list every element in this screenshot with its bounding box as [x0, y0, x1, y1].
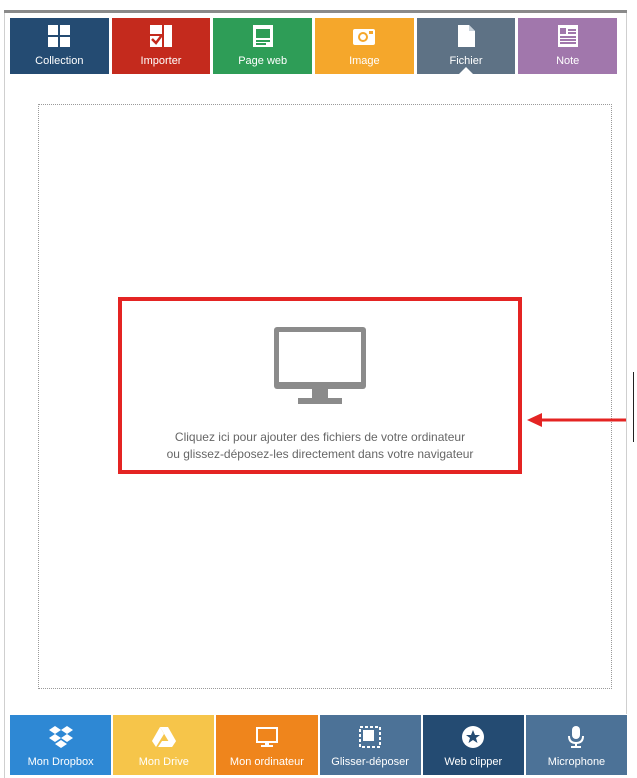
tab-label: Collection — [35, 55, 84, 67]
tab-fichier[interactable]: Fichier — [416, 18, 516, 74]
frame-right-border — [626, 10, 627, 714]
active-tab-caret — [459, 67, 474, 74]
dropbox-icon — [48, 726, 73, 748]
tool-label: Web clipper — [444, 756, 503, 768]
import-icon — [150, 25, 172, 47]
tab-label: Importer — [140, 55, 182, 67]
tool-label: Mon Dropbox — [27, 756, 94, 768]
tab-label: Page web — [238, 55, 288, 67]
tab-note[interactable]: Note — [518, 18, 618, 74]
computer-icon — [255, 727, 278, 747]
tool-web-clipper[interactable]: Web clipper — [422, 715, 524, 775]
upload-instruction-line2: ou glissez-déposez-les directement dans … — [166, 447, 474, 461]
web-page-icon — [252, 25, 273, 47]
tab-page-web[interactable]: Page web — [213, 18, 313, 74]
tool-label: Mon Drive — [138, 756, 189, 768]
tool-mon-ordinateur[interactable]: Mon ordinateur — [216, 715, 318, 775]
tab-collection[interactable]: Collection — [10, 18, 109, 74]
tab-label: Fichier — [449, 55, 483, 67]
note-icon — [557, 25, 578, 47]
tool-label: Microphone — [547, 756, 606, 768]
annotation-marker — [633, 372, 634, 442]
tool-mon-dropbox[interactable]: Mon Dropbox — [10, 715, 112, 775]
monitor-icon — [274, 327, 366, 404]
drive-icon — [151, 727, 176, 747]
frame-left-border — [4, 10, 5, 778]
drag-drop-icon — [359, 726, 382, 748]
source-toolbar: Mon Dropbox Mon Drive Mon ordinateur Gli… — [10, 715, 628, 775]
tool-microphone[interactable]: Microphone — [525, 715, 628, 775]
tool-label: Mon ordinateur — [229, 756, 304, 768]
star-icon — [462, 726, 485, 748]
tab-label: Note — [556, 55, 580, 67]
tab-image[interactable]: Image — [315, 18, 414, 74]
camera-icon — [353, 29, 376, 45]
tab-importer[interactable]: Importer — [111, 18, 211, 74]
tool-label: Glisser-déposer — [331, 756, 409, 768]
upload-instruction-line1: Cliquez ici pour ajouter des fichiers de… — [174, 430, 466, 444]
content-type-tabbar: Collection Importer Page web Image Fichi… — [10, 18, 618, 74]
upload-click-area[interactable]: Cliquez ici pour ajouter des fichiers de… — [118, 297, 522, 474]
tool-glisser-deposer[interactable]: Glisser-déposer — [319, 715, 421, 775]
top-rule — [4, 10, 627, 13]
tool-mon-drive[interactable]: Mon Drive — [113, 715, 215, 775]
microphone-icon — [568, 726, 585, 748]
tab-label: Image — [349, 55, 380, 67]
grid-icon — [48, 25, 71, 47]
file-icon — [458, 25, 476, 47]
annotation-arrow — [527, 413, 626, 427]
